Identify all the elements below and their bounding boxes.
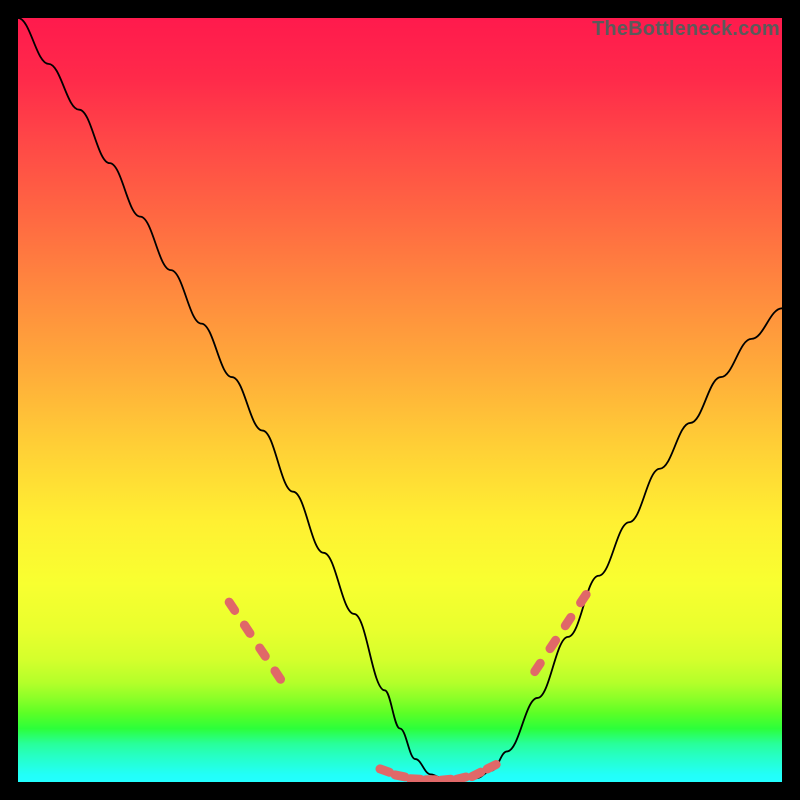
accent-dot xyxy=(223,596,241,617)
accent-dot xyxy=(253,642,271,663)
accent-dot xyxy=(269,665,287,686)
accent-dots xyxy=(223,588,592,782)
accent-dot xyxy=(529,657,547,678)
accent-dot xyxy=(559,611,577,632)
accent-dot xyxy=(574,588,592,609)
chart-frame: TheBottleneck.com xyxy=(0,0,800,800)
plot-area: TheBottleneck.com xyxy=(18,18,782,782)
accent-layer xyxy=(18,18,782,782)
accent-dot xyxy=(544,634,562,655)
accent-dot xyxy=(238,619,256,640)
